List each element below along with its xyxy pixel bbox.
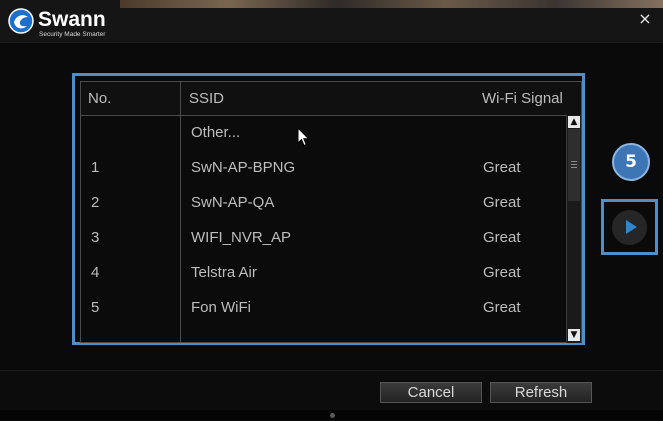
status-dot bbox=[330, 413, 335, 418]
row-number: 2 bbox=[91, 194, 100, 211]
row-signal: Great bbox=[483, 159, 521, 176]
column-header-no: No. bbox=[88, 90, 112, 107]
title-bar: Swann Security Made Smarter × bbox=[0, 0, 663, 43]
column-header-ssid: SSID bbox=[189, 90, 225, 107]
grip-line bbox=[571, 164, 577, 165]
row-ssid: WIFI_NVR_AP bbox=[191, 229, 292, 246]
row-signal: Great bbox=[483, 229, 521, 246]
table-row[interactable]: 5 Fon WiFi Great bbox=[81, 293, 567, 328]
scroll-up-icon[interactable]: ▲ bbox=[568, 116, 580, 128]
table-row[interactable]: 1 SwN-AP-BPNG Great bbox=[81, 153, 567, 188]
scroll-down-icon[interactable]: ▼ bbox=[568, 329, 580, 341]
table-row[interactable]: 2 SwN-AP-QA Great bbox=[81, 188, 567, 223]
video-strip bbox=[120, 0, 663, 8]
scrollbar-thumb[interactable] bbox=[568, 129, 580, 201]
play-button-highlight-frame bbox=[601, 199, 658, 255]
play-icon bbox=[626, 220, 637, 234]
row-ssid: SwN-AP-QA bbox=[191, 194, 275, 211]
row-number: 3 bbox=[91, 229, 100, 246]
table-row[interactable]: Other... bbox=[81, 118, 567, 153]
column-header-signal: Wi-Fi Signal bbox=[482, 90, 563, 107]
row-number: 4 bbox=[91, 264, 100, 281]
row-ssid: Fon WiFi bbox=[191, 299, 251, 316]
close-icon[interactable]: × bbox=[638, 11, 652, 27]
step-badge: 5 bbox=[612, 143, 650, 181]
row-number: 1 bbox=[91, 159, 100, 176]
table-row[interactable]: 3 WIFI_NVR_AP Great bbox=[81, 223, 567, 258]
mouse-cursor-icon bbox=[297, 127, 310, 147]
swann-logo-icon bbox=[8, 8, 34, 34]
grip-line bbox=[571, 167, 577, 168]
play-button[interactable] bbox=[612, 210, 647, 245]
cancel-button[interactable]: Cancel bbox=[380, 382, 482, 403]
brand-name: Swann bbox=[38, 8, 106, 31]
row-signal: Great bbox=[483, 299, 521, 316]
refresh-button[interactable]: Refresh bbox=[490, 382, 592, 403]
row-number: 5 bbox=[91, 299, 100, 316]
brand-tagline: Security Made Smarter bbox=[39, 31, 106, 38]
table-header: No. SSID Wi-Fi Signal bbox=[81, 82, 581, 116]
row-signal: Great bbox=[483, 264, 521, 281]
grip-line bbox=[571, 161, 577, 162]
wifi-network-table: No. SSID Wi-Fi Signal Other... 1 SwN-AP-… bbox=[80, 81, 582, 343]
row-ssid: Other... bbox=[191, 124, 241, 141]
table-scrollbar[interactable]: ▲ ▼ bbox=[566, 115, 581, 343]
row-ssid: SwN-AP-BPNG bbox=[191, 159, 296, 176]
row-signal: Great bbox=[483, 194, 521, 211]
row-ssid: Telstra Air bbox=[191, 264, 257, 281]
table-row[interactable]: 4 Telstra Air Great bbox=[81, 258, 567, 293]
